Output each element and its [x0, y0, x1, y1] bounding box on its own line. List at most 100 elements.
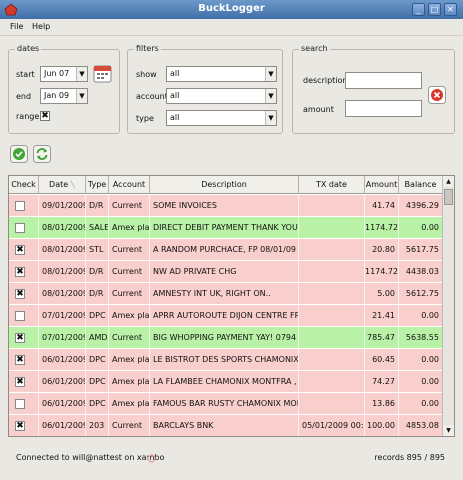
calendar-icon[interactable] [93, 65, 112, 83]
scrollbar-thumb[interactable] [444, 189, 453, 205]
balance-cell: 0.00 [399, 371, 443, 393]
table-row[interactable]: 09/01/2009 D/R Current SOME INVOICES 41.… [9, 195, 443, 217]
table-row[interactable]: ✖ 08/01/2009 STL Current A RANDOM PURCHA… [9, 239, 443, 261]
minimize-button[interactable]: _ [412, 3, 425, 16]
row-checkbox[interactable] [15, 399, 25, 409]
check-cell[interactable]: ✖ [9, 261, 39, 283]
account-cell: Current [109, 261, 150, 283]
row-checkbox[interactable]: ✖ [15, 421, 25, 431]
table-row[interactable]: ✖ 08/01/2009 D/R Current AMNESTY INT UK,… [9, 283, 443, 305]
description-cell: DIRECT DEBIT PAYMENT THANK YOU [150, 217, 299, 239]
row-checkbox[interactable]: ✖ [15, 377, 25, 387]
row-checkbox[interactable]: ✖ [15, 245, 25, 255]
row-checkbox[interactable]: ✖ [15, 267, 25, 277]
start-date-value: Jun 07 [44, 69, 70, 78]
description-cell: SOME INVOICES [150, 195, 299, 217]
table-row[interactable]: ✖ 08/01/2009 D/R Current NW AD PRIVATE C… [9, 261, 443, 283]
amount-cell: 21.41 [365, 305, 399, 327]
refresh-button[interactable] [33, 145, 51, 163]
start-label: start [16, 70, 35, 79]
table-row[interactable]: 08/01/2009 SALE Amex plat. DIRECT DEBIT … [9, 217, 443, 239]
description-cell: NW AD PRIVATE CHG [150, 261, 299, 283]
table-row[interactable]: ✖ 06/01/2009 DPC Amex plat. LA FLAMBEE C… [9, 371, 443, 393]
type-filter-value: all [170, 113, 180, 122]
type-cell: DPC [86, 349, 109, 371]
description-search-input[interactable] [345, 72, 422, 89]
type-cell: STL [86, 239, 109, 261]
row-checkbox[interactable]: ✖ [15, 355, 25, 365]
check-cell[interactable]: ✖ [9, 239, 39, 261]
menu-help[interactable]: Help [32, 22, 50, 31]
show-filter-combo[interactable]: all ▼ [166, 66, 277, 82]
column-header-date[interactable]: Date ╲ [39, 176, 86, 194]
date-cell: 09/01/2009 [39, 195, 86, 217]
check-cell[interactable] [9, 305, 39, 327]
txdate-cell [299, 327, 365, 349]
column-header-amount[interactable]: Amount [365, 176, 399, 194]
sort-arrow-icon: ╲ [70, 181, 75, 189]
menu-file[interactable]: File [10, 22, 23, 31]
date-cell: 08/01/2009 [39, 239, 86, 261]
column-header-description[interactable]: Description [150, 176, 299, 194]
table-row[interactable]: 06/01/2009 DPC Amex plat. FAMOUS BAR RUS… [9, 393, 443, 415]
row-checkbox[interactable] [15, 201, 25, 211]
txdate-cell [299, 349, 365, 371]
row-checkbox[interactable] [15, 223, 25, 233]
balance-cell: 4438.03 [399, 261, 443, 283]
end-date-value: Jan 09 [44, 91, 70, 100]
show-label: show [136, 70, 157, 79]
column-header-account[interactable]: Account [109, 176, 150, 194]
column-header-check[interactable]: Check [9, 176, 39, 194]
amount-cell: 100.00 [365, 415, 399, 436]
table-row[interactable]: ✖ 06/01/2009 203 Current BARCLAYS BNK 05… [9, 415, 443, 436]
type-filter-combo[interactable]: all ▼ [166, 110, 277, 126]
apply-button[interactable] [10, 145, 28, 163]
check-cell[interactable]: ✖ [9, 349, 39, 371]
column-header-type[interactable]: Type [86, 176, 109, 194]
row-checkbox[interactable]: ✖ [15, 333, 25, 343]
menu-bar: File Help [0, 19, 463, 36]
scroll-up-icon[interactable]: ▲ [443, 176, 454, 187]
amount-label: amount [303, 105, 334, 114]
balance-cell: 0.00 [399, 349, 443, 371]
amount-search-input[interactable] [345, 100, 422, 117]
show-filter-value: all [170, 69, 180, 78]
range-checkbox[interactable]: ✖ [40, 111, 50, 121]
search-group: search description amount [292, 44, 455, 134]
txdate-cell [299, 239, 365, 261]
table-row[interactable]: ✖ 07/01/2009 AMD Current BIG WHOPPING PA… [9, 327, 443, 349]
balance-cell: 4853.08 [399, 415, 443, 436]
row-checkbox[interactable]: ✖ [15, 289, 25, 299]
date-cell: 07/01/2009 [39, 305, 86, 327]
window-title: BuckLogger [198, 3, 265, 14]
date-cell: 06/01/2009 [39, 371, 86, 393]
check-cell[interactable]: ✖ [9, 327, 39, 349]
check-cell[interactable]: ✖ [9, 415, 39, 436]
close-window-button[interactable]: ✕ [444, 3, 457, 16]
txdate-cell [299, 393, 365, 415]
check-cell[interactable] [9, 393, 39, 415]
table-row[interactable]: ✖ 06/01/2009 DPC Amex plat. LE BISTROT D… [9, 349, 443, 371]
end-date-combo[interactable]: Jan 09 ▼ [40, 88, 88, 104]
check-cell[interactable]: ✖ [9, 283, 39, 305]
record-count: records 895 / 895 [374, 453, 445, 462]
check-cell[interactable] [9, 195, 39, 217]
vertical-scrollbar[interactable]: ▲ ▼ [442, 176, 454, 436]
description-cell: BARCLAYS BNK [150, 415, 299, 436]
check-cell[interactable]: ✖ [9, 371, 39, 393]
table-row[interactable]: 07/01/2009 DPC Amex plat. APRR AUTOROUTE… [9, 305, 443, 327]
clear-search-icon[interactable] [428, 86, 446, 104]
txdate-cell [299, 261, 365, 283]
maximize-button[interactable]: □ [428, 3, 441, 16]
connection-status: Connected to will@nattest on xambo [16, 453, 165, 462]
start-date-combo[interactable]: Jun 07 ▼ [40, 66, 88, 82]
check-cell[interactable] [9, 217, 39, 239]
account-filter-combo[interactable]: all ▼ [166, 88, 277, 104]
column-header-txdate[interactable]: TX date [299, 176, 365, 194]
date-cell: 08/01/2009 [39, 217, 86, 239]
type-cell: D/R [86, 195, 109, 217]
scroll-down-icon[interactable]: ▼ [443, 425, 454, 436]
column-header-balance[interactable]: Balance [399, 176, 443, 194]
row-checkbox[interactable] [15, 311, 25, 321]
busy-spinner-icon [147, 454, 156, 463]
